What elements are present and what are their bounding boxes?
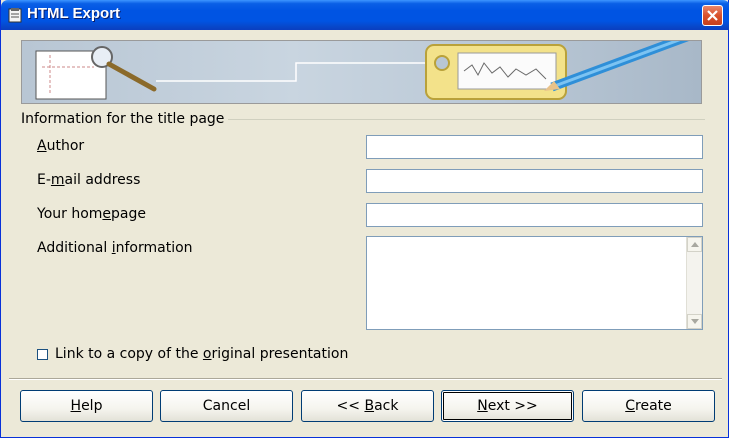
help-button[interactable]: Help (20, 390, 153, 422)
homepage-label: Your homepage (37, 206, 147, 222)
email-label: E-mail address (37, 172, 141, 188)
app-icon (7, 7, 23, 23)
create-button[interactable]: Create (582, 390, 715, 422)
arrow-up-icon (691, 242, 699, 247)
html-export-dialog: HTML Export Information for the title pa… (0, 0, 729, 438)
help-button-label: Help (70, 398, 103, 414)
scroll-up-button[interactable] (687, 237, 702, 252)
document-magnifier-graphic (35, 46, 157, 100)
button-separator (9, 378, 722, 380)
additional-info-label: Additional information (37, 240, 193, 256)
tag-pencil-graphic (425, 41, 689, 100)
arrow-down-icon (691, 319, 699, 324)
back-button[interactable]: << Back (301, 390, 434, 422)
title-bar[interactable]: HTML Export (1, 0, 729, 30)
cancel-button-label: Cancel (202, 398, 251, 414)
additional-info-textarea[interactable] (366, 236, 703, 330)
close-icon (707, 10, 718, 21)
scroll-down-button[interactable] (687, 314, 702, 329)
group-title: Information for the title page (21, 111, 229, 127)
next-button-label: Next >> (477, 398, 538, 414)
link-original-label[interactable]: Link to a copy of the original presentat… (55, 346, 348, 362)
window-title: HTML Export (27, 5, 121, 22)
link-original-checkbox[interactable] (37, 349, 48, 360)
next-button[interactable]: Next >> (441, 390, 574, 422)
author-label: Author (37, 138, 85, 154)
close-button[interactable] (702, 5, 723, 26)
author-input[interactable] (366, 135, 703, 159)
create-button-label: Create (625, 398, 672, 414)
wizard-banner (21, 40, 702, 104)
back-button-label: << Back (336, 398, 399, 414)
homepage-input[interactable] (366, 203, 703, 227)
cancel-button[interactable]: Cancel (160, 390, 293, 422)
email-input[interactable] (366, 169, 703, 193)
vertical-scrollbar[interactable] (686, 237, 702, 329)
